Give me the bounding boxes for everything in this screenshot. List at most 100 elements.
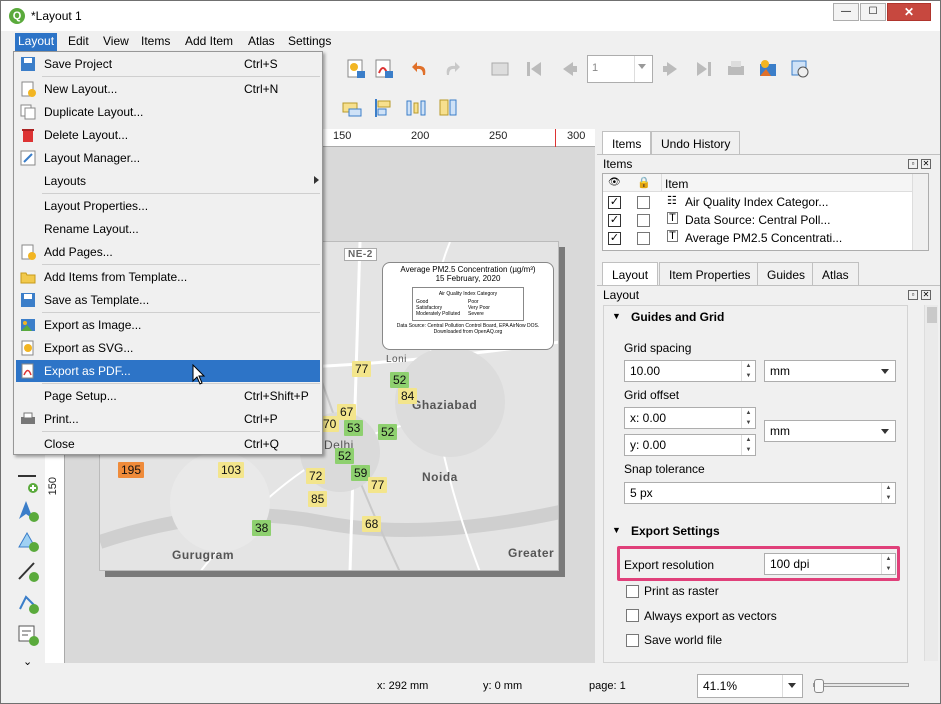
atlas-toolbar-icon[interactable]	[489, 58, 511, 80]
redo-icon[interactable]	[441, 58, 463, 80]
menu-items[interactable]: Items	[138, 33, 173, 51]
lock-checkbox[interactable]	[637, 196, 650, 209]
close-panel-icon[interactable]: ✕	[921, 159, 931, 169]
add-html-icon[interactable]	[16, 623, 40, 647]
spin-arrows-icon[interactable]: ▲ ▼	[741, 361, 755, 381]
legend-cat: Moderately Polluted	[416, 311, 461, 317]
grid-unit-combo[interactable]: mm	[764, 360, 896, 382]
spin-arrows-icon[interactable]: ▲ ▼	[741, 408, 755, 428]
tab-guides[interactable]: Guides	[757, 262, 816, 286]
visibility-checkbox[interactable]: ✓	[608, 232, 621, 245]
close-button[interactable]: ✕	[887, 3, 931, 21]
undo-icon[interactable]	[409, 58, 431, 80]
snap-tolerance-input[interactable]: 5 px ▲ ▼	[624, 482, 896, 504]
menu-edit[interactable]: Edit	[65, 33, 92, 51]
menu-item-add-pages[interactable]: Add Pages...	[16, 241, 320, 263]
print-as-raster-checkbox[interactable]	[626, 585, 639, 598]
menu-layout[interactable]: Layout	[15, 33, 58, 51]
atlas-page-combo[interactable]: 1	[587, 55, 653, 83]
main-toolbar: 1	[323, 53, 940, 87]
export-image-icon[interactable]	[345, 58, 367, 80]
close-panel-icon[interactable]: ✕	[921, 290, 931, 300]
menu-item-duplicate-layout[interactable]: Duplicate Layout...	[16, 101, 320, 123]
maximize-button[interactable]: ☐	[860, 3, 886, 21]
float-panel-icon[interactable]: ▫	[908, 290, 918, 300]
menu-item-close[interactable]: Close Ctrl+Q	[16, 433, 320, 455]
items-list[interactable]: 👁 🔒 Item ✓ ☷ Air Quality Index Categor..…	[602, 173, 929, 251]
add-arrow-icon[interactable]	[16, 559, 40, 583]
menu-item-new-layout[interactable]: New Layout... Ctrl+N	[16, 78, 320, 100]
menu-item-label: Export as SVG...	[44, 341, 134, 355]
grid-spacing-input[interactable]: 10.00 ▲ ▼	[624, 360, 756, 382]
atlas-settings-icon[interactable]	[789, 58, 811, 80]
menu-item-print[interactable]: Print... Ctrl+P	[16, 408, 320, 430]
collapse-triangle-icon[interactable]: ▼	[612, 525, 621, 535]
lock-checkbox[interactable]	[637, 232, 650, 245]
spin-arrows-icon[interactable]: ▲ ▼	[881, 483, 895, 503]
first-feature-icon[interactable]	[523, 58, 545, 80]
save-world-file-checkbox[interactable]	[626, 634, 639, 647]
menu-item-add-items-template[interactable]: Add Items from Template...	[16, 266, 320, 288]
grid-offset-y-input[interactable]: y: 0.00 ▲ ▼	[624, 434, 756, 456]
spin-arrows-icon[interactable]: ▲ ▼	[741, 435, 755, 455]
menu-item-rename-layout[interactable]: Rename Layout...	[16, 218, 320, 240]
menu-item-delete-layout[interactable]: Delete Layout...	[16, 124, 320, 146]
menu-item-layout-properties[interactable]: Layout Properties...	[16, 195, 320, 217]
resize-icon[interactable]	[437, 97, 459, 119]
align-left-icon[interactable]	[373, 97, 395, 119]
menu-settings[interactable]: Settings	[285, 33, 334, 51]
menu-atlas[interactable]: Atlas	[245, 33, 278, 51]
add-north-arrow-icon[interactable]	[16, 499, 40, 523]
tab-undo-history[interactable]: Undo History	[651, 131, 741, 155]
export-pdf-icon[interactable]	[373, 58, 395, 80]
menu-item-export-pdf[interactable]: Export as PDF...	[16, 360, 320, 382]
lock-checkbox[interactable]	[637, 214, 650, 227]
visibility-checkbox[interactable]: ✓	[608, 214, 621, 227]
table-row[interactable]: ✓ ☷ Air Quality Index Categor...	[603, 193, 928, 211]
grid-offset-unit-combo[interactable]: mm	[764, 420, 896, 442]
table-row[interactable]: ✓ T Average PM2.5 Concentrati...	[603, 229, 928, 247]
more-tools-chevron-icon[interactable]: ⌄	[23, 655, 32, 668]
menu-item-page-setup[interactable]: Page Setup... Ctrl+Shift+P	[16, 385, 320, 407]
layout-panel-scrollbar[interactable]	[924, 305, 938, 661]
zoom-combo[interactable]: 41.1%	[697, 674, 803, 698]
scroll-thumb[interactable]	[927, 307, 937, 323]
aqi-marker: 53	[344, 420, 364, 436]
add-scalebar-icon[interactable]	[16, 471, 40, 495]
minimize-button[interactable]: —	[833, 3, 859, 21]
tab-layout[interactable]: Layout	[602, 262, 659, 286]
previous-feature-icon[interactable]	[557, 58, 579, 80]
map-legend[interactable]: Average PM2.5 Concentration (µg/m³) 15 F…	[382, 262, 554, 350]
menu-item-layouts[interactable]: Layouts	[16, 170, 320, 192]
menu-item-save-project[interactable]: Save Project Ctrl+S	[16, 53, 320, 75]
tab-items[interactable]: Items	[602, 131, 652, 155]
always-vectors-checkbox[interactable]	[626, 609, 639, 622]
next-feature-icon[interactable]	[661, 58, 683, 80]
visibility-eye-icon: 👁	[608, 177, 621, 188]
distribute-icon[interactable]	[405, 97, 427, 119]
menu-view[interactable]: View	[100, 33, 132, 51]
items-scrollbar[interactable]	[912, 174, 928, 250]
collapse-triangle-icon[interactable]: ▼	[612, 311, 621, 321]
export-atlas-image-icon[interactable]	[757, 58, 779, 80]
print-atlas-icon[interactable]	[725, 58, 747, 80]
last-feature-icon[interactable]	[693, 58, 715, 80]
add-nodes-icon[interactable]	[16, 591, 40, 615]
grid-offset-x-input[interactable]: x: 0.00 ▲ ▼	[624, 407, 756, 429]
raise-items-icon[interactable]	[341, 97, 363, 119]
add-shape-icon[interactable]	[16, 529, 40, 553]
table-row[interactable]: ✓ T Data Source: Central Poll...	[603, 211, 928, 229]
tab-atlas[interactable]: Atlas	[812, 262, 859, 286]
visibility-checkbox[interactable]: ✓	[608, 196, 621, 209]
menu-item-save-template[interactable]: Save as Template...	[16, 289, 320, 311]
float-panel-icon[interactable]: ▫	[908, 159, 918, 169]
menu-item-export-svg[interactable]: Export as SVG...	[16, 337, 320, 359]
zoom-slider[interactable]	[813, 679, 909, 693]
menu-item-export-image[interactable]: Export as Image...	[16, 314, 320, 336]
tab-item-properties[interactable]: Item Properties	[659, 262, 761, 286]
zoom-slider-handle[interactable]	[814, 679, 824, 693]
chevron-down-icon	[881, 429, 889, 434]
menu-add-item[interactable]: Add Item	[182, 33, 236, 51]
menu-item-layout-manager[interactable]: Layout Manager...	[16, 147, 320, 169]
window-title: *Layout 1	[31, 9, 82, 23]
